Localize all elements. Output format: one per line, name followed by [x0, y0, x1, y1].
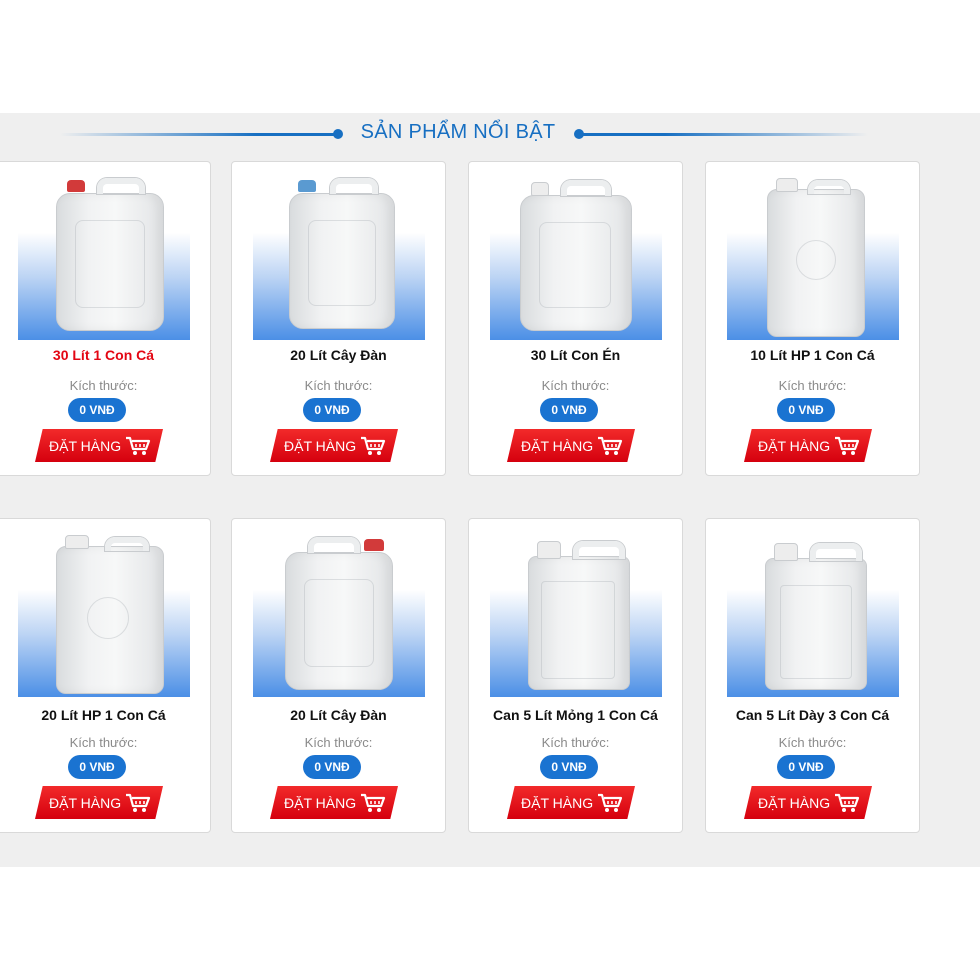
shopping-cart-icon — [126, 793, 151, 812]
shopping-cart-icon — [598, 436, 623, 455]
order-button[interactable]: ĐẶT HÀNG — [270, 429, 398, 462]
product-size-label: Kích thước: — [778, 735, 847, 750]
product-card[interactable]: Can 5 Lít Dày 3 Con Cá Kích thước: 0 VNĐ… — [705, 518, 920, 833]
product-size-label: Kích thước: — [69, 735, 138, 750]
shopping-cart-icon — [835, 436, 860, 455]
order-button[interactable]: ĐẶT HÀNG — [507, 429, 635, 462]
order-button[interactable]: ĐẶT HÀNG — [507, 786, 635, 819]
heading-divider-left — [60, 133, 340, 136]
product-image[interactable] — [253, 175, 425, 340]
product-size-label: Kích thước: — [304, 378, 373, 393]
order-button-label: ĐẶT HÀNG — [758, 795, 831, 811]
product-card[interactable]: 20 Lít HP 1 Con Cá Kích thước: 0 VNĐ ĐẶT… — [0, 518, 211, 833]
order-button-label: ĐẶT HÀNG — [49, 795, 122, 811]
product-image[interactable] — [490, 175, 662, 340]
heading-dot-left — [333, 129, 343, 139]
order-button[interactable]: ĐẶT HÀNG — [744, 429, 872, 462]
product-price: 0 VNĐ — [303, 755, 361, 779]
order-button[interactable]: ĐẶT HÀNG — [270, 786, 398, 819]
product-price: 0 VNĐ — [777, 398, 835, 422]
product-price: 0 VNĐ — [68, 755, 126, 779]
product-image[interactable] — [18, 532, 190, 697]
order-button-label: ĐẶT HÀNG — [284, 795, 357, 811]
product-price: 0 VNĐ — [777, 755, 835, 779]
product-name[interactable]: Can 5 Lít Dày 3 Con Cá — [706, 707, 919, 723]
product-size-label: Kích thước: — [69, 378, 138, 393]
product-card[interactable]: 20 Lít Cây Đàn Kích thước: 0 VNĐ ĐẶT HÀN… — [231, 161, 446, 476]
product-image[interactable] — [253, 532, 425, 697]
order-button[interactable]: ĐẶT HÀNG — [35, 429, 163, 462]
shopping-cart-icon — [598, 793, 623, 812]
product-image[interactable] — [18, 175, 190, 340]
product-price: 0 VNĐ — [540, 755, 598, 779]
section-heading: SẢN PHẨM NỔI BẬT — [0, 113, 980, 157]
order-button-label: ĐẶT HÀNG — [284, 438, 357, 454]
jug-5l-thin-icon — [528, 541, 630, 690]
product-size-label: Kích thước: — [541, 735, 610, 750]
order-button-label: ĐẶT HÀNG — [49, 438, 122, 454]
jerrycan-20l-blue-cap-icon — [289, 178, 395, 329]
product-name[interactable]: 20 Lít Cây Đàn — [232, 347, 445, 363]
product-size-label: Kích thước: — [541, 378, 610, 393]
product-name[interactable]: 10 Lít HP 1 Con Cá — [706, 347, 919, 363]
product-card[interactable]: 10 Lít HP 1 Con Cá Kích thước: 0 VNĐ ĐẶT… — [705, 161, 920, 476]
jerrycan-10l-tall-icon — [767, 178, 865, 337]
jerrycan-30l-red-cap-icon — [56, 178, 164, 331]
product-image[interactable] — [490, 532, 662, 697]
product-price: 0 VNĐ — [68, 398, 126, 422]
jug-5l-thick-icon — [765, 543, 867, 690]
jerrycan-20l-tall-icon — [56, 535, 164, 694]
shopping-cart-icon — [361, 436, 386, 455]
order-button[interactable]: ĐẶT HÀNG — [35, 786, 163, 819]
product-card[interactable]: 30 Lít Con Én Kích thước: 0 VNĐ ĐẶT HÀNG — [468, 161, 683, 476]
product-name[interactable]: 20 Lít Cây Đàn — [232, 707, 445, 723]
product-size-label: Kích thước: — [304, 735, 373, 750]
jerrycan-30l-white-cap-icon — [520, 180, 632, 331]
shopping-cart-icon — [361, 793, 386, 812]
product-name[interactable]: Can 5 Lít Mỏng 1 Con Cá — [469, 707, 682, 723]
product-image[interactable] — [727, 175, 899, 340]
order-button-label: ĐẶT HÀNG — [758, 438, 831, 454]
product-name[interactable]: 30 Lít 1 Con Cá — [0, 347, 210, 363]
product-card[interactable]: 30 Lít 1 Con Cá Kích thước: 0 VNĐ ĐẶT HÀ… — [0, 161, 211, 476]
order-button-label: ĐẶT HÀNG — [521, 438, 594, 454]
product-name[interactable]: 30 Lít Con Én — [469, 347, 682, 363]
product-price: 0 VNĐ — [303, 398, 361, 422]
section-title: SẢN PHẨM NỔI BẬT — [360, 121, 556, 143]
product-size-label: Kích thước: — [778, 378, 847, 393]
order-button-label: ĐẶT HÀNG — [521, 795, 594, 811]
product-price: 0 VNĐ — [540, 398, 598, 422]
order-button[interactable]: ĐẶT HÀNG — [744, 786, 872, 819]
product-card[interactable]: Can 5 Lít Mỏng 1 Con Cá Kích thước: 0 VN… — [468, 518, 683, 833]
product-name[interactable]: 20 Lít HP 1 Con Cá — [0, 707, 210, 723]
shopping-cart-icon — [835, 793, 860, 812]
product-image[interactable] — [727, 532, 899, 697]
product-card[interactable]: 20 Lít Cây Đàn Kích thước: 0 VNĐ ĐẶT HÀN… — [231, 518, 446, 833]
jerrycan-20l-red-cap-icon — [285, 537, 393, 690]
featured-products-section: SẢN PHẨM NỔI BẬT 30 Lít 1 Con Cá Kích th… — [0, 113, 980, 867]
heading-divider-right — [578, 133, 868, 136]
shopping-cart-icon — [126, 436, 151, 455]
